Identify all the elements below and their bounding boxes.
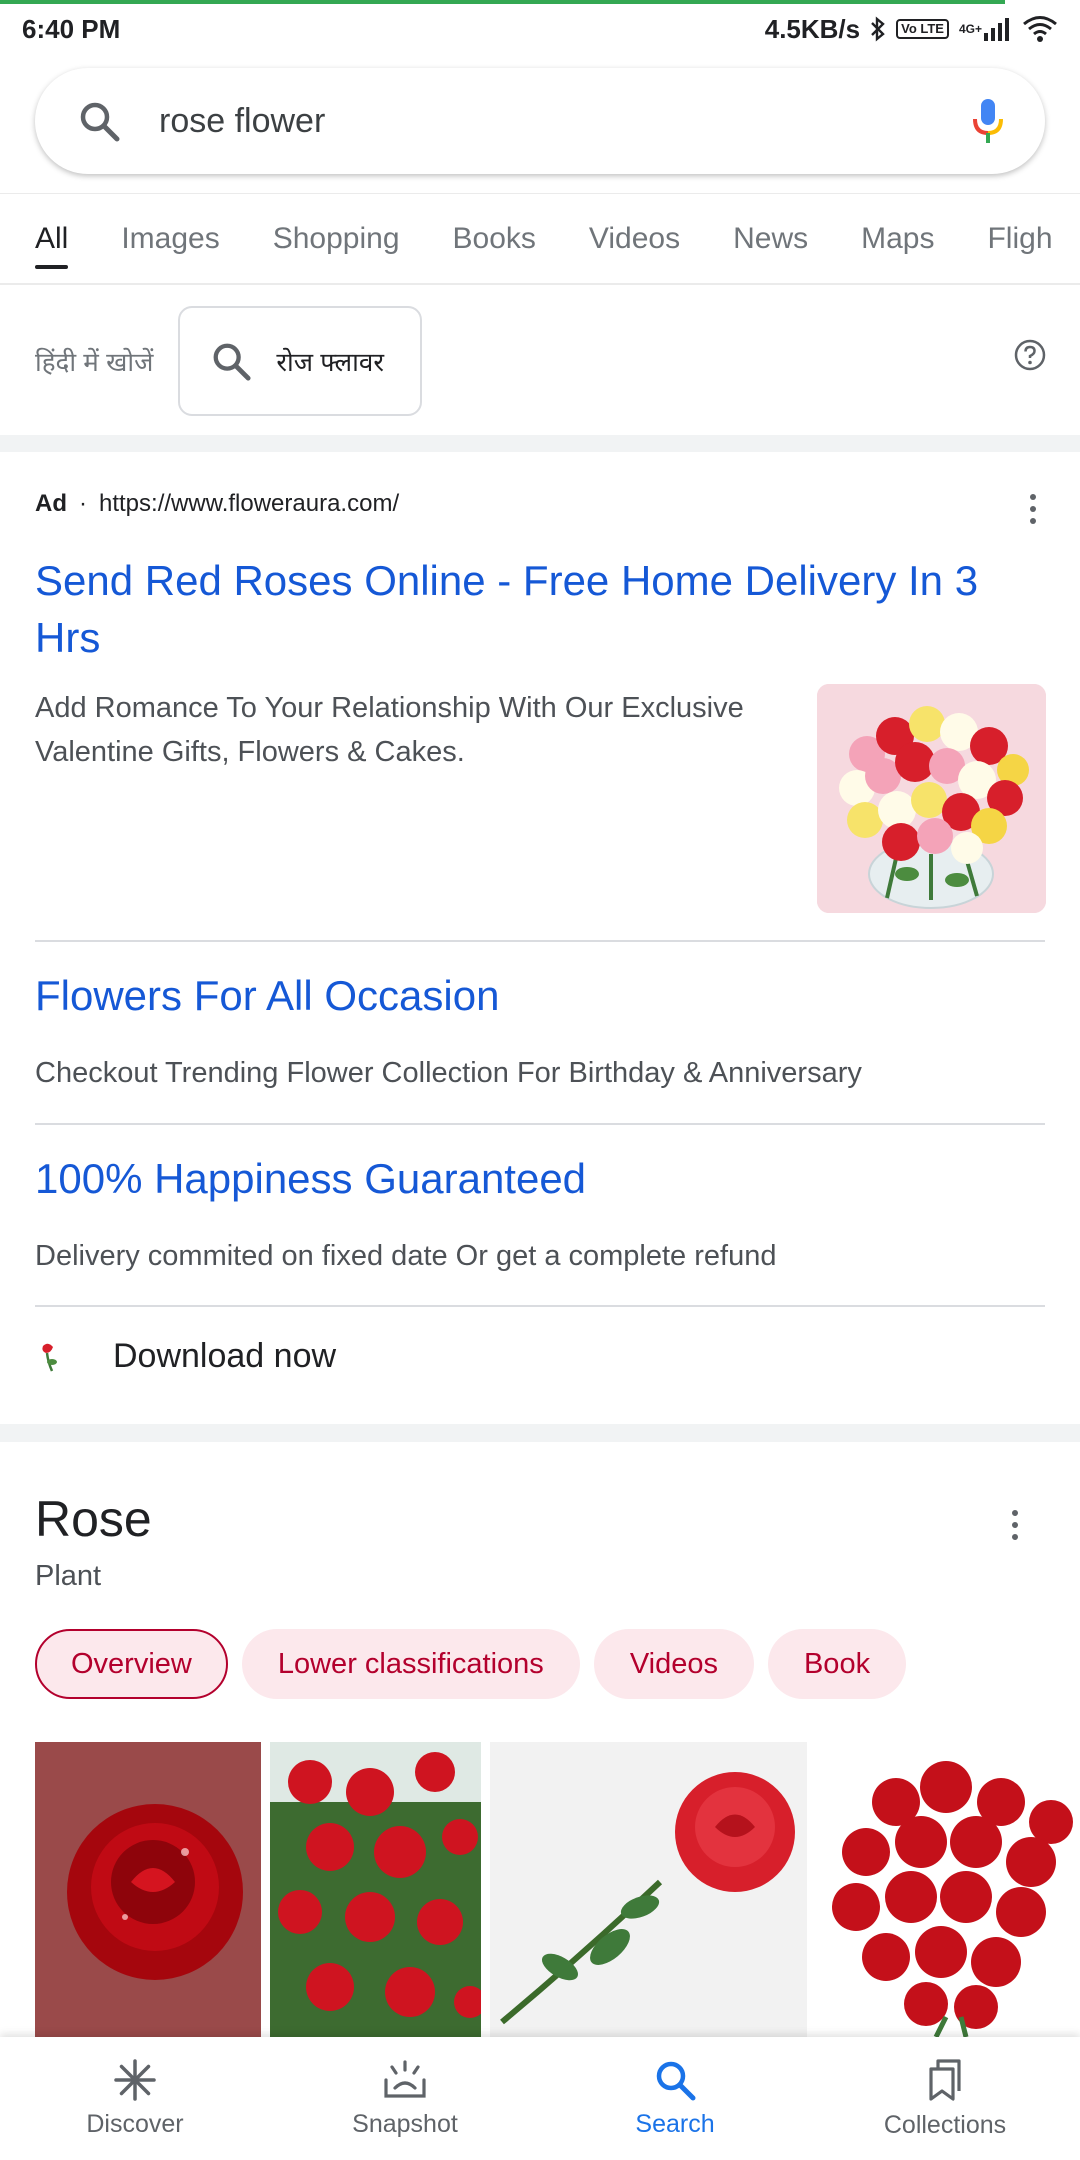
search-icon [653,2058,697,2102]
tab-news[interactable]: News [733,194,808,283]
sitelink-occasion-description: Checkout Trending Flower Collection For … [35,1057,862,1089]
tab-maps[interactable]: Maps [861,194,934,283]
download-app-row[interactable]: Download now [35,1337,336,1376]
nav-search[interactable]: Search [540,2037,810,2160]
nav-search-label: Search [635,2110,715,2138]
nav-snapshot-label: Snapshot [352,2110,458,2138]
bookmarks-icon [925,2057,965,2103]
network-speed: 4.5KB/s [764,13,861,44]
tab-all[interactable]: All [35,194,69,283]
divider [35,1305,1045,1307]
gallery-image-red-rose-closeup[interactable] [35,1742,261,2037]
search-icon [210,340,252,382]
gallery-image-rose-bouquet[interactable] [816,1742,1078,2037]
download-now-link[interactable]: Download now [113,1337,336,1376]
nav-collections[interactable]: Collections [810,2037,1080,2160]
ad-image-roses-bouquet[interactable] [817,684,1046,913]
hindi-search-row: हिंदी में खोजें रोज फ्लावर [0,287,1080,435]
sitelink-happiness-description: Delivery commited on fixed date Or get a… [35,1240,777,1272]
knowledge-panel-title: Rose [35,1491,152,1547]
knowledge-panel-chips: Overview Lower classifications Videos Bo… [35,1629,907,1699]
nav-discover[interactable]: Discover [0,2037,270,2160]
sitelink-happiness-link[interactable]: 100% Happiness Guaranteed [35,1155,586,1203]
tab-shopping[interactable]: Shopping [273,194,400,283]
microphone-icon[interactable] [971,97,1005,145]
more-options-icon[interactable] [1012,1510,1018,1540]
ad-header: Ad · https://www.floweraura.com/ [35,490,399,518]
status-indicators: 4.5KB/s Vo LTE 4G+ [765,14,1058,45]
asterisk-icon [113,2058,157,2102]
knowledge-panel-subtitle: Plant [35,1560,102,1592]
divider [35,1123,1045,1125]
hindi-search-chip[interactable]: रोज फ्लावर [178,306,423,416]
tab-images[interactable]: Images [121,194,219,283]
tab-flights[interactable]: Fligh [987,194,1052,283]
chip-lower-classifications[interactable]: Lower classifications [241,1629,580,1699]
nav-collections-label: Collections [883,2111,1007,2139]
knowledge-panel: Rose Plant Overview Lower classification… [0,1442,1080,2037]
chip-overview[interactable]: Overview [35,1629,228,1699]
ad-separator: · [79,490,87,517]
divider [35,940,1045,942]
search-icon[interactable] [77,99,127,143]
nav-discover-label: Discover [86,2110,184,2138]
signal-icon: 4G+ [959,17,1012,41]
tab-books[interactable]: Books [453,194,536,283]
sitelink-occasion-link[interactable]: Flowers For All Occasion [35,972,499,1020]
hindi-search-label: हिंदी में खोजें [35,347,154,377]
wifi-icon [1022,15,1058,43]
chip-book[interactable]: Book [767,1629,907,1699]
snapshot-icon [382,2058,428,2102]
status-bar: 6:40 PM 4.5KB/s Vo LTE 4G+ [0,0,1080,58]
network-type: 4G+ [958,22,982,36]
ad-result: Ad · https://www.floweraura.com/ Send Re… [0,452,1080,1424]
chip-videos[interactable]: Videos [593,1629,754,1699]
hindi-search-query: रोज फ्लावर [276,347,384,377]
gallery-image-rose-bush[interactable] [270,1742,481,2037]
search-tabs: All Images Shopping Books Videos News Ma… [0,193,1080,285]
help-icon[interactable] [1014,339,1046,376]
ad-description: Add Romance To Your Relationship With Ou… [35,692,744,768]
volte-icon: Vo LTE [896,19,949,39]
rose-image-gallery [35,1742,1080,2037]
more-options-icon[interactable] [1030,494,1036,524]
ad-title-link[interactable]: Send Red Roses Online - Free Home Delive… [35,552,1035,666]
search-input[interactable]: rose flower [159,102,971,141]
bluetooth-icon [870,16,886,42]
tab-videos[interactable]: Videos [589,194,680,283]
bottom-navigation: Discover Snapshot Search Collections [0,2037,1080,2160]
ad-badge: Ad [35,490,67,517]
status-time: 6:40 PM [22,13,121,44]
app-logo-icon [35,1340,61,1374]
section-separator [0,435,1080,452]
ad-url[interactable]: https://www.floweraura.com/ [99,490,399,518]
gallery-image-single-rose[interactable] [490,1742,807,2037]
search-bar[interactable]: rose flower [35,68,1045,174]
section-separator [0,1424,1080,1442]
nav-snapshot[interactable]: Snapshot [270,2037,540,2160]
